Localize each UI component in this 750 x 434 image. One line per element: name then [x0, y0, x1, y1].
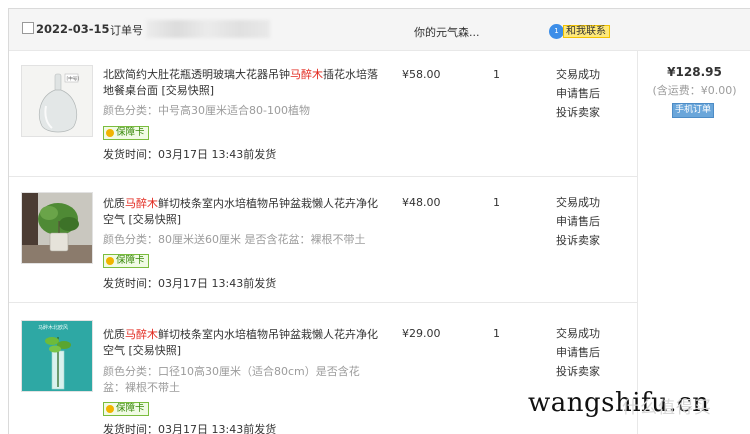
thumb-caption: 马醉木北欧风 [38, 324, 68, 331]
item-actions: 交易成功 申请售后 投诉卖家 [556, 324, 600, 381]
shop-name-link[interactable]: 你的元气森... [414, 24, 480, 40]
chat-icon: 1 [549, 24, 564, 39]
guarantee-icon [106, 257, 114, 265]
thumb-size-tag: [中号] [67, 75, 80, 82]
item-actions: 交易成功 申请售后 投诉卖家 [556, 193, 600, 250]
item-price: ¥58.00 [402, 68, 441, 81]
order-header: 2022-03-15 订单号 你的元气森... 1 和我联系 [9, 9, 750, 51]
item-quantity: 1 [493, 327, 500, 340]
guarantee-card-badge[interactable]: 保障卡 [103, 402, 149, 416]
item-actions: 交易成功 申请售后 投诉卖家 [556, 65, 600, 122]
column-divider [637, 51, 638, 434]
product-spec: 颜色分类：中号高30厘米适合80-100植物 [103, 104, 310, 117]
trade-success-link[interactable]: 交易成功 [556, 324, 600, 343]
complain-seller-link[interactable]: 投诉卖家 [556, 103, 600, 122]
after-sales-link[interactable]: 申请售后 [556, 343, 600, 362]
contact-seller-label: 和我联系 [563, 25, 610, 38]
after-sales-link[interactable]: 申请售后 [556, 212, 600, 231]
order-card: 2022-03-15 订单号 你的元气森... 1 和我联系 [中号] 北欧简约… [8, 8, 750, 434]
order-number-label: 订单号 [110, 24, 143, 37]
freight-note: (含运费：¥0.00) [652, 84, 737, 97]
mobile-order-button[interactable]: 手机订单 [672, 103, 714, 118]
item-price: ¥48.00 [402, 196, 441, 209]
product-title-link[interactable]: 优质马醉木鲜切枝条室内水培植物吊钟盆栽懒人花卉净化空气 [交易快照] [103, 196, 378, 228]
trade-success-link[interactable]: 交易成功 [556, 193, 600, 212]
branch-image: 马醉木北欧风 [22, 321, 92, 391]
plant-image [22, 193, 92, 263]
after-sales-link[interactable]: 申请售后 [556, 84, 600, 103]
ship-time: 发货时间：03月17日 13:43前发货 [103, 148, 277, 161]
order-total: ¥128.95 [667, 65, 722, 79]
watermark-site: 什么值得买 [622, 398, 712, 418]
order-item: 优质马醉木鲜切枝条室内水培植物吊钟盆栽懒人花卉净化空气 [交易快照] 颜色分类：… [9, 177, 637, 303]
ship-time: 发货时间：03月17日 13:43前发货 [103, 277, 277, 290]
order-date: 2022-03-15 [36, 22, 110, 36]
product-image-plant[interactable] [21, 192, 93, 264]
product-image-branch[interactable]: 马醉木北欧风 [21, 320, 93, 392]
guarantee-icon [106, 405, 114, 413]
complain-seller-link[interactable]: 投诉卖家 [556, 362, 600, 381]
item-quantity: 1 [493, 68, 500, 81]
guarantee-card-badge[interactable]: 保障卡 [103, 126, 149, 140]
item-price: ¥29.00 [402, 327, 441, 340]
order-checkbox[interactable] [22, 22, 34, 34]
order-item: [中号] 北欧简约大肚花瓶透明玻璃大花器吊钟马醉木插花水培落地餐桌台面 [交易快… [9, 51, 637, 177]
item-quantity: 1 [493, 196, 500, 209]
vase-image: [中号] [22, 66, 92, 136]
product-title-link[interactable]: 优质马醉木鲜切枝条室内水培植物吊钟盆栽懒人花卉净化空气 [交易快照] [103, 327, 378, 359]
guarantee-icon [106, 129, 114, 137]
ship-time: 发货时间：03月17日 13:43前发货 [103, 423, 277, 434]
product-image-vase[interactable]: [中号] [21, 65, 93, 137]
product-spec: 颜色分类：80厘米送60厘米 是否含花盆：裸根不带土 [103, 233, 366, 246]
trade-success-link[interactable]: 交易成功 [556, 65, 600, 84]
guarantee-card-badge[interactable]: 保障卡 [103, 254, 149, 268]
order-number-blurred [146, 20, 270, 38]
complain-seller-link[interactable]: 投诉卖家 [556, 231, 600, 250]
product-spec: 颜色分类：口径10高30厘米（适合80cm）是否含花盆：裸根不带土 [103, 365, 360, 394]
product-title-link[interactable]: 北欧简约大肚花瓶透明玻璃大花器吊钟马醉木插花水培落地餐桌台面 [交易快照] [103, 67, 378, 99]
